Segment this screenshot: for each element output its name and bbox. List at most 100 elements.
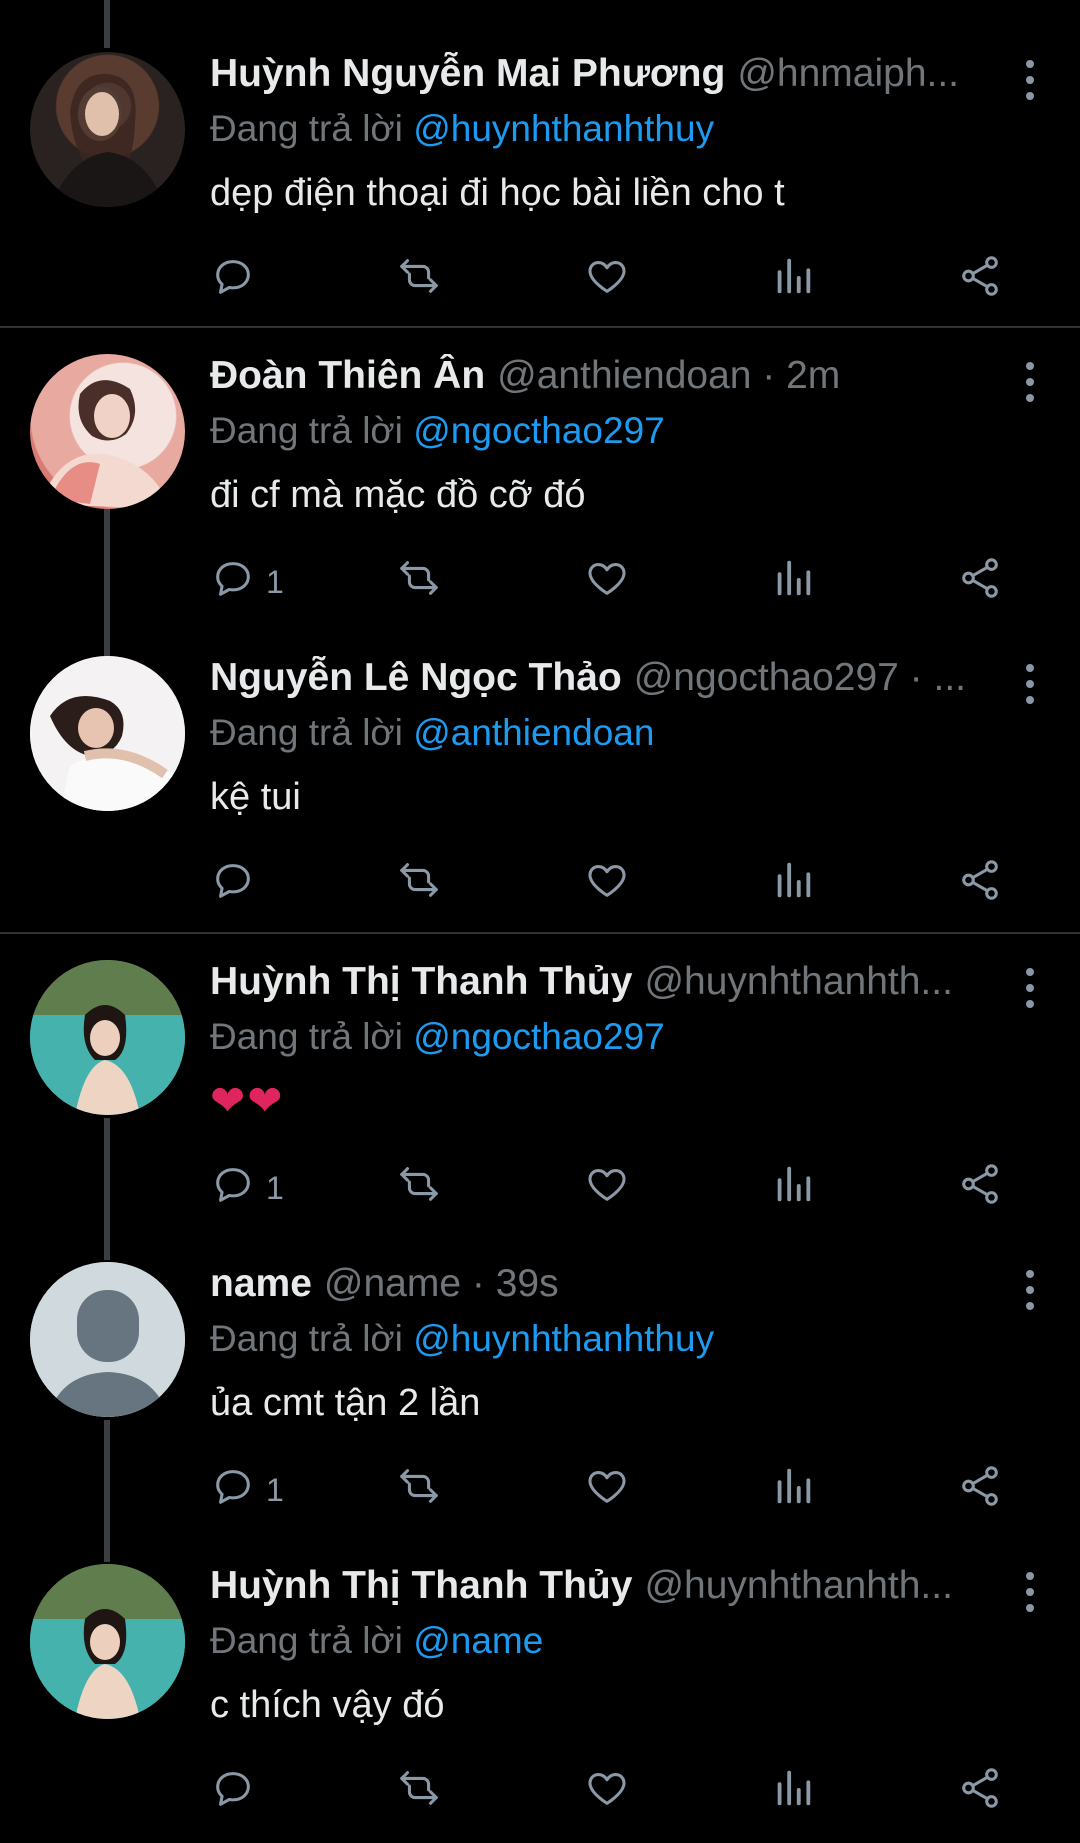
reply-icon-button[interactable]: 1 [210,1163,284,1213]
avatar[interactable] [30,354,185,509]
share-icon [957,555,1003,609]
retweet-icon-button[interactable] [396,255,442,305]
heart-icon [584,1161,630,1215]
heart-icon [584,253,630,307]
reply-icon-button[interactable] [210,859,266,909]
mention-link[interactable]: @ngocthao297 [413,410,665,451]
share-icon-button[interactable] [957,859,1003,909]
retweet-icon [396,1463,442,1517]
more-options-icon[interactable] [1022,1572,1038,1612]
avatar[interactable] [30,1262,185,1417]
tweet-text: c thích vậy đó [210,1684,445,1726]
divider [0,932,1080,934]
avatar[interactable] [30,1564,185,1719]
views-icon-button[interactable] [770,1465,816,1515]
reply-count: 1 [266,563,284,600]
replying-to: Đang trả lời @huynhthanhthuy [210,108,715,149]
tweet[interactable]: Huỳnh Thị Thanh Thủy @huynhthanhth... Đa… [0,936,1080,1260]
avatar[interactable] [30,52,185,207]
retweet-icon [396,1765,442,1819]
tweet[interactable]: Đoàn Thiên Ân @anthiendoan · 2m Đang trả… [0,330,1080,656]
display-name[interactable]: Huỳnh Thị Thanh Thủy [210,1564,632,1608]
username-handle[interactable]: @hnmaiph... [737,52,990,96]
share-icon-button[interactable] [957,1465,1003,1515]
reply-icon [210,1161,256,1215]
views-icon-button[interactable] [770,859,816,909]
views-icon-button[interactable] [770,1767,816,1817]
mention-link[interactable]: @anthiendoan [413,712,654,753]
mention-link[interactable]: @huynhthanhthuy [413,108,714,149]
share-icon-button[interactable] [957,557,1003,607]
views-icon [770,1161,816,1215]
username-handle[interactable]: @ngocthao297 · ... [634,656,990,700]
heart-icon-button[interactable] [584,1465,630,1515]
retweet-icon-button[interactable] [396,1767,442,1817]
heart-icon [584,1463,630,1517]
heart-icon-button[interactable] [584,255,630,305]
display-name[interactable]: Huỳnh Thị Thanh Thủy [210,960,632,1004]
mention-link[interactable]: @huynhthanhthuy [413,1318,714,1359]
retweet-icon-button[interactable] [396,557,442,607]
display-name[interactable]: Huỳnh Nguyễn Mai Phương [210,52,725,96]
avatar[interactable] [30,656,185,811]
retweet-icon-button[interactable] [396,1465,442,1515]
reply-thread-feed: Huỳnh Nguyễn Mai Phương @hnmaiph... Đang… [0,0,1080,1843]
divider [0,326,1080,328]
retweet-icon [396,1161,442,1215]
tweet-actions: 1 [210,1163,1010,1213]
more-options-icon[interactable] [1022,664,1038,704]
tweet-header: name @name · 39s [210,1262,990,1312]
share-icon-button[interactable] [957,255,1003,305]
views-icon-button[interactable] [770,255,816,305]
tweet-header: Huỳnh Nguyễn Mai Phương @hnmaiph... [210,52,990,102]
tweet-header: Huỳnh Thị Thanh Thủy @huynhthanhth... [210,1564,990,1614]
mention-link[interactable]: @ngocthao297 [413,1016,665,1057]
views-icon-button[interactable] [770,557,816,607]
display-name[interactable]: name [210,1262,312,1306]
tweet-actions [210,859,1010,909]
share-icon [957,253,1003,307]
heart-icon-button[interactable] [584,859,630,909]
tweet[interactable]: Huỳnh Nguyễn Mai Phương @hnmaiph... Đang… [0,0,1080,326]
tweet[interactable]: Huỳnh Thị Thanh Thủy @huynhthanhth... Đa… [0,1540,1080,1843]
share-icon [957,1463,1003,1517]
reply-icon-button[interactable] [210,1767,266,1817]
username-handle[interactable]: @anthiendoan · 2m [497,354,990,398]
display-name[interactable]: Đoàn Thiên Ân [210,354,485,398]
share-icon-button[interactable] [957,1163,1003,1213]
reply-icon-button[interactable]: 1 [210,1465,284,1515]
username-handle[interactable]: @name · 39s [324,1262,990,1306]
reply-icon [210,555,256,609]
tweet[interactable]: name @name · 39s Đang trả lời @huynhthan… [0,1238,1080,1562]
reply-icon-button[interactable] [210,255,266,305]
more-options-icon[interactable] [1022,1270,1038,1310]
reply-icon-button[interactable]: 1 [210,557,284,607]
retweet-icon [396,253,442,307]
display-name[interactable]: Nguyễn Lê Ngọc Thảo [210,656,622,700]
heart-icon-button[interactable] [584,557,630,607]
heart-icon-button[interactable] [584,1767,630,1817]
more-options-icon[interactable] [1022,60,1038,100]
avatar[interactable] [30,960,185,1115]
more-options-icon[interactable] [1022,362,1038,402]
views-icon-button[interactable] [770,1163,816,1213]
tweet-header: Nguyễn Lê Ngọc Thảo @ngocthao297 · ... [210,656,990,706]
tweet-text: đi cf mà mặc đồ cỡ đó [210,474,586,516]
reply-icon [210,1463,256,1517]
retweet-icon-button[interactable] [396,1163,442,1213]
username-handle[interactable]: @huynhthanhth... [644,1564,990,1608]
tweet[interactable]: Nguyễn Lê Ngọc Thảo @ngocthao297 · ... Đ… [0,632,1080,932]
retweet-icon [396,555,442,609]
views-icon [770,1765,816,1819]
share-icon-button[interactable] [957,1767,1003,1817]
mention-link[interactable]: @name [413,1620,543,1661]
tweet-actions [210,255,1010,305]
more-options-icon[interactable] [1022,968,1038,1008]
heart-icon-button[interactable] [584,1163,630,1213]
views-icon [770,1463,816,1517]
reply-count: 1 [266,1471,284,1508]
retweet-icon-button[interactable] [396,859,442,909]
tweet-text: ❤❤ [210,1077,285,1124]
replying-to: Đang trả lời @anthiendoan [210,712,655,753]
username-handle[interactable]: @huynhthanhth... [644,960,990,1004]
